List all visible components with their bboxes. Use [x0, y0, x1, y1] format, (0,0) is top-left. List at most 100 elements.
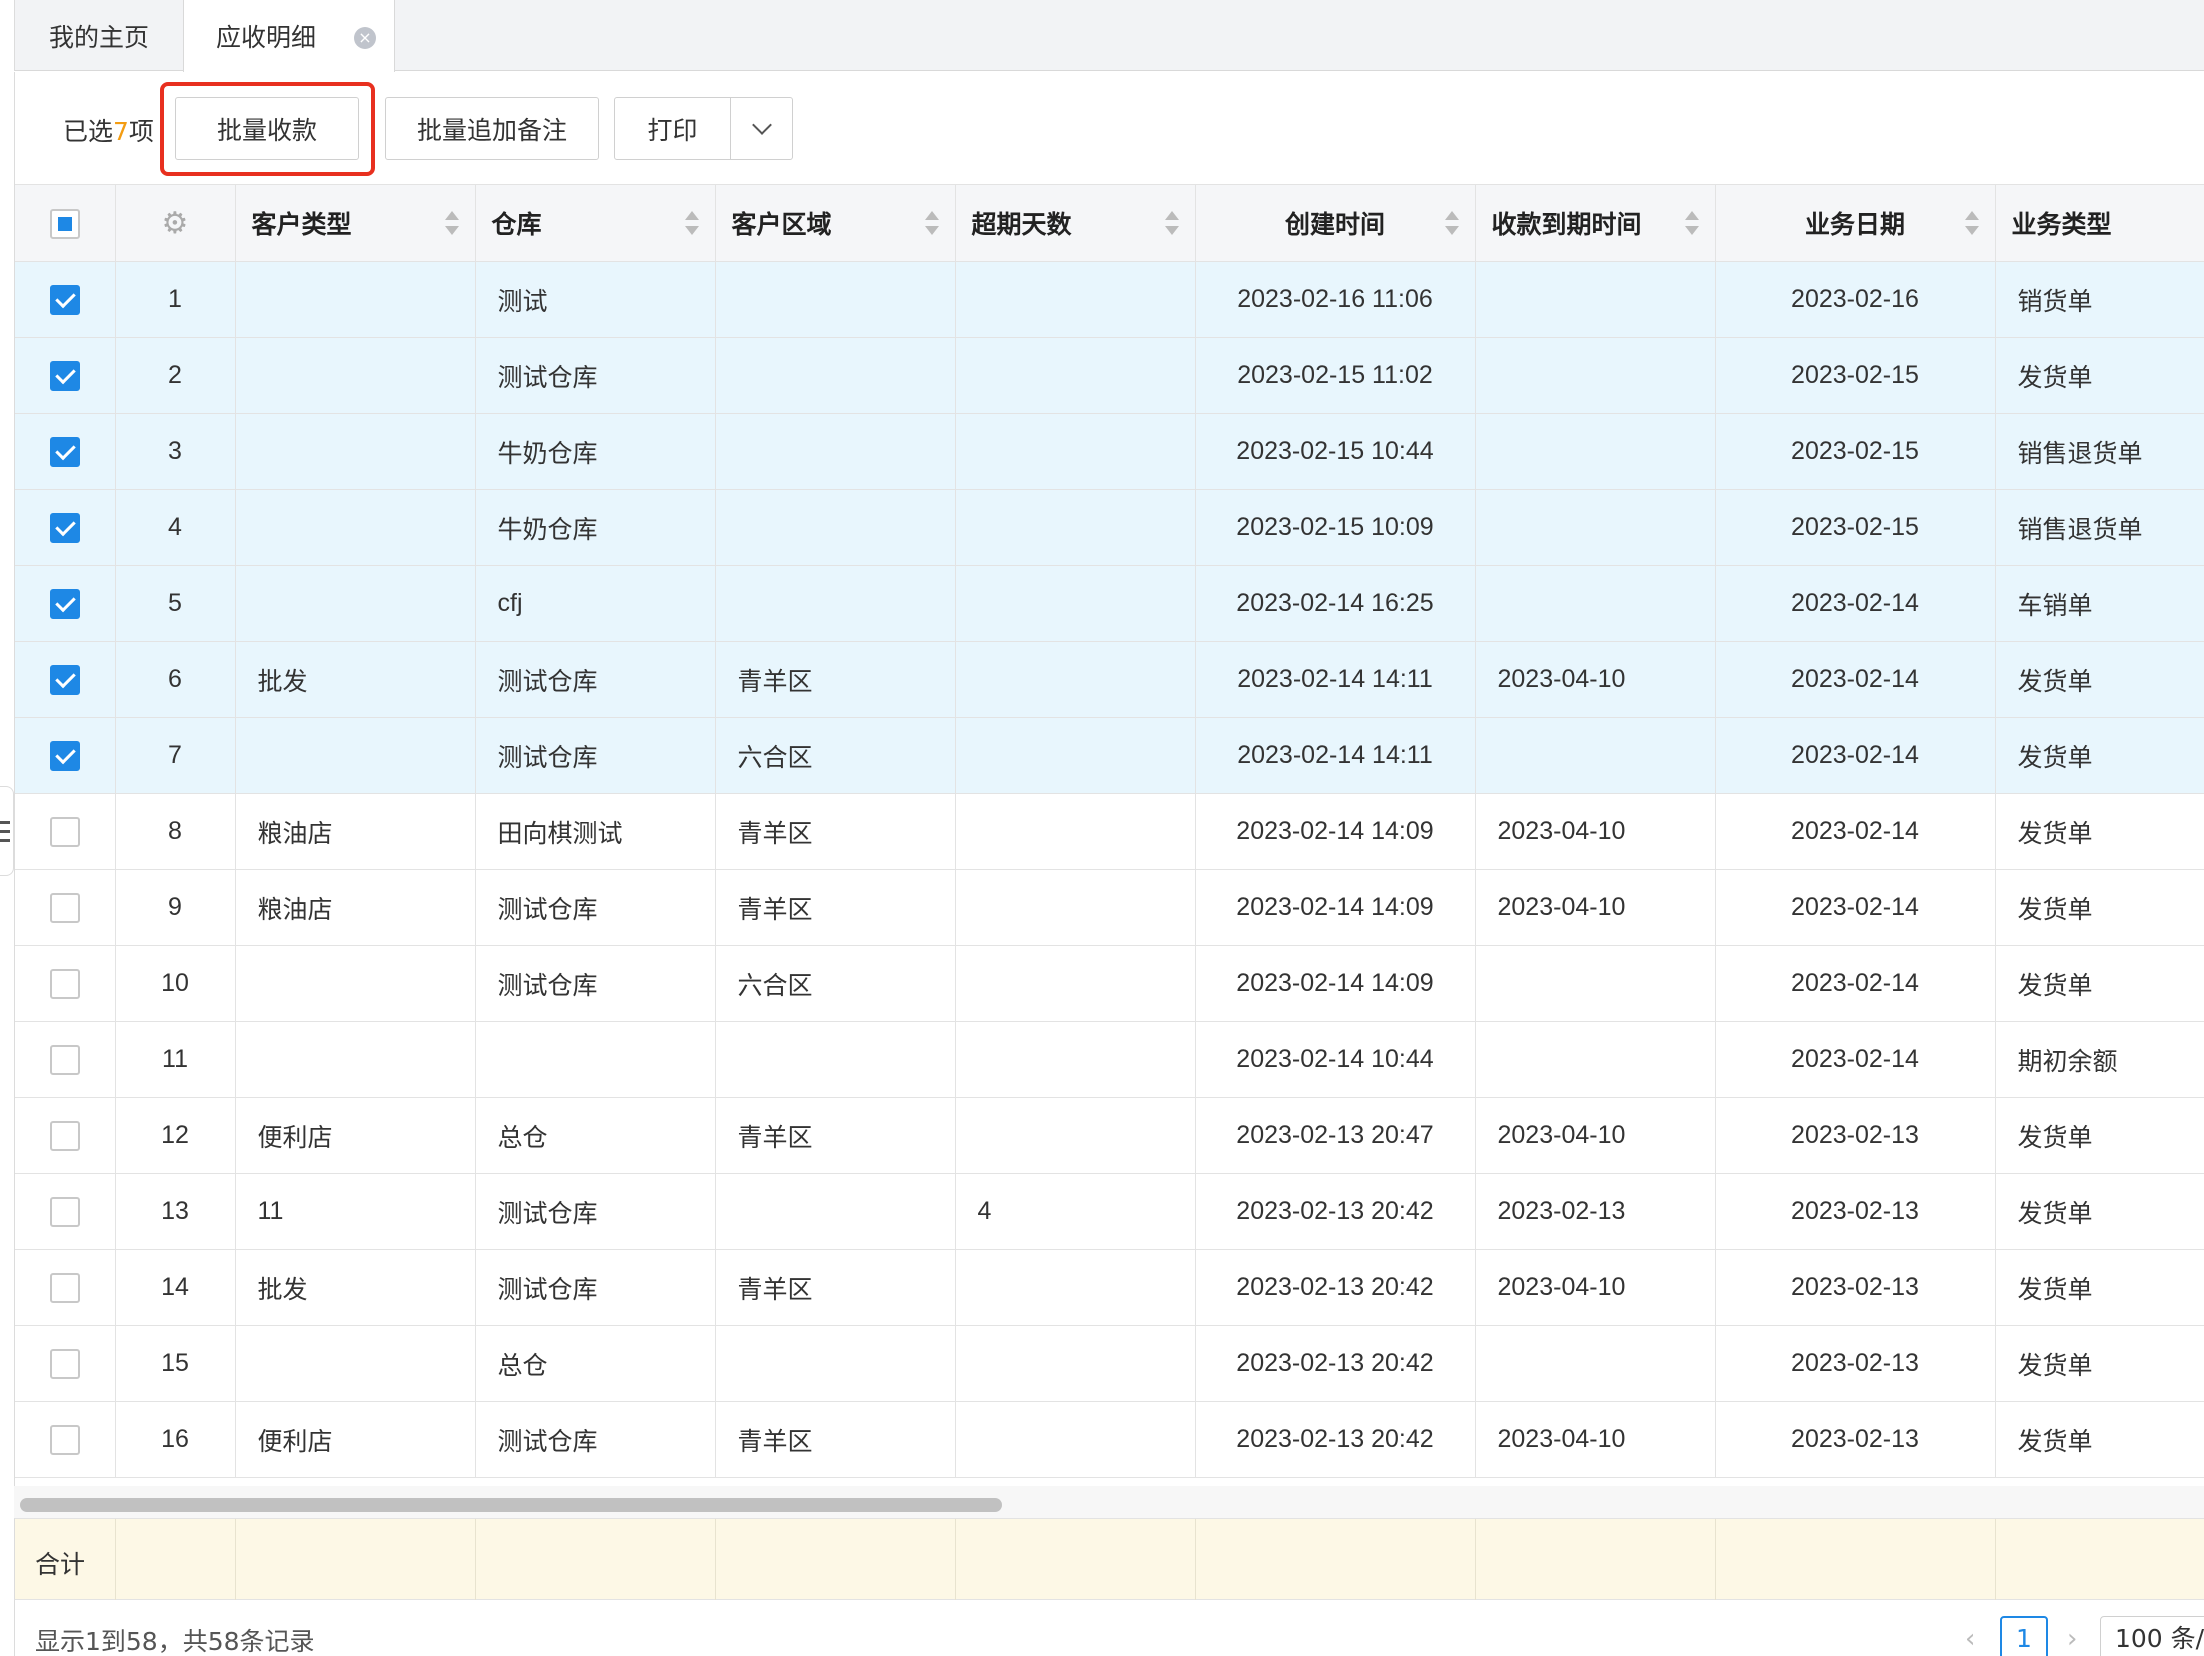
gear-icon[interactable]: ⚙	[162, 206, 189, 241]
row-checkbox[interactable]	[49, 360, 80, 391]
table-row[interactable]: 7 测试仓库 六合区 2023-02-14 14:11 2023-02-14 发货单	[15, 717, 2204, 794]
column-header-warehouse[interactable]: 仓库	[475, 184, 716, 262]
table-row[interactable]: 10 测试仓库 六合区 2023-02-14 14:09 2023-02-14 发货单	[15, 945, 2204, 1022]
sort-icon[interactable]	[1444, 211, 1459, 235]
due-time-cell: 2023-04-10	[1475, 869, 1716, 946]
row-checkbox-cell[interactable]	[15, 1173, 116, 1250]
row-checkbox-cell[interactable]	[15, 261, 116, 338]
row-checkbox[interactable]	[49, 664, 80, 695]
column-header-customer-region[interactable]: 客户区域	[715, 184, 956, 262]
sort-icon[interactable]	[924, 211, 939, 235]
row-checkbox[interactable]	[49, 1120, 80, 1151]
table-row[interactable]: 11 2023-02-14 10:44 2023-02-14 期初余额	[15, 1021, 2204, 1098]
row-checkbox[interactable]	[49, 892, 80, 923]
row-checkbox-cell[interactable]	[15, 1021, 116, 1098]
row-checkbox-cell[interactable]	[15, 565, 116, 642]
prev-page-icon[interactable]: ‹	[1965, 1624, 1975, 1654]
row-number-cell: 11	[115, 1021, 236, 1098]
tab-home[interactable]: 我的主页	[15, 0, 183, 71]
business-date-cell: 2023-02-13	[1715, 1173, 1996, 1250]
row-checkbox[interactable]	[49, 284, 80, 315]
table-row[interactable]: 12 便利店 总仓 青羊区 2023-02-13 20:47 2023-04-10 2023…	[15, 1097, 2204, 1174]
table-row[interactable]: 2 测试仓库 2023-02-15 11:02 2023-02-15 发货单	[15, 337, 2204, 414]
warehouse-cell: 测试仓库	[475, 717, 716, 794]
due-time-cell: 2023-04-10	[1475, 1401, 1716, 1478]
due-time-cell	[1475, 945, 1716, 1022]
row-checkbox-cell[interactable]	[15, 413, 116, 490]
horizontal-scrollbar[interactable]	[14, 1486, 2204, 1518]
row-checkbox-cell[interactable]	[15, 1325, 116, 1402]
table-row[interactable]: 13 11 测试仓库 4 2023-02-13 20:42 2023-02-13 2023-…	[15, 1173, 2204, 1250]
toolbar: 已选7项 批量收款 批量追加备注 打印	[14, 72, 2204, 184]
side-panel-handle[interactable]	[0, 786, 14, 876]
row-checkbox[interactable]	[49, 1272, 80, 1303]
row-checkbox-cell[interactable]	[15, 337, 116, 414]
column-header-due-time[interactable]: 收款到期时间	[1475, 184, 1716, 262]
page-size-select[interactable]: 100 条/	[2100, 1616, 2204, 1656]
column-settings-cell[interactable]: ⚙	[115, 184, 236, 262]
scrollbar-thumb[interactable]	[20, 1498, 1002, 1512]
batch-collect-button[interactable]: 批量收款	[175, 97, 359, 160]
column-header-created-time[interactable]: 创建时间	[1195, 184, 1476, 262]
sort-icon[interactable]	[1164, 211, 1179, 235]
row-checkbox-cell[interactable]	[15, 489, 116, 566]
row-checkbox-cell[interactable]	[15, 793, 116, 870]
select-all-cell[interactable]	[15, 184, 116, 262]
row-checkbox[interactable]	[49, 588, 80, 619]
business-date-cell: 2023-02-14	[1715, 717, 1996, 794]
table-row[interactable]: 5 cfj 2023-02-14 16:25 2023-02-14 车销单	[15, 565, 2204, 642]
row-checkbox[interactable]	[49, 968, 80, 999]
row-checkbox-cell[interactable]	[15, 717, 116, 794]
column-header-business-type[interactable]: 业务类型	[1995, 184, 2204, 262]
table-row[interactable]: 14 批发 测试仓库 青羊区 2023-02-13 20:42 2023-04-10 202…	[15, 1249, 2204, 1326]
customer-type-cell	[235, 717, 476, 794]
created-time-cell: 2023-02-15 10:09	[1195, 489, 1476, 566]
table-row[interactable]: 3 牛奶仓库 2023-02-15 10:44 2023-02-15 销售退货单	[15, 413, 2204, 490]
row-checkbox[interactable]	[49, 1424, 80, 1455]
column-header-customer-type[interactable]: 客户类型	[235, 184, 476, 262]
row-checkbox[interactable]	[49, 1044, 80, 1075]
row-checkbox-cell[interactable]	[15, 945, 116, 1022]
row-checkbox[interactable]	[49, 740, 80, 771]
region-cell	[715, 413, 956, 490]
table-row[interactable]: 16 便利店 测试仓库 青羊区 2023-02-13 20:42 2023-04-10 20…	[15, 1401, 2204, 1478]
table-row[interactable]: 15 总仓 2023-02-13 20:42 2023-02-13 发货单	[15, 1325, 2204, 1402]
region-cell: 青羊区	[715, 1249, 956, 1326]
row-checkbox-cell[interactable]	[15, 1401, 116, 1478]
row-checkbox-cell[interactable]	[15, 1097, 116, 1174]
row-checkbox[interactable]	[49, 436, 80, 467]
tab-receivable-detail[interactable]: 应收明细 ×	[183, 0, 395, 72]
table-row[interactable]: 6 批发 测试仓库 青羊区 2023-02-14 14:11 2023-04-10 2023…	[15, 641, 2204, 718]
row-checkbox-cell[interactable]	[15, 641, 116, 718]
print-button[interactable]: 打印	[614, 97, 731, 160]
row-checkbox[interactable]	[49, 1348, 80, 1379]
row-checkbox[interactable]	[49, 816, 80, 847]
warehouse-cell: 测试仓库	[475, 1249, 716, 1326]
business-type-cell: 发货单	[1995, 1097, 2204, 1174]
sort-icon[interactable]	[684, 211, 699, 235]
table-row[interactable]: 8 粮油店 田向棋测试 青羊区 2023-02-14 14:09 2023-04-10 20…	[15, 793, 2204, 870]
sort-icon[interactable]	[1964, 211, 1979, 235]
sort-icon[interactable]	[444, 211, 459, 235]
table-row[interactable]: 9 粮油店 测试仓库 青羊区 2023-02-14 14:09 2023-04-10 202…	[15, 869, 2204, 946]
row-checkbox-cell[interactable]	[15, 869, 116, 946]
print-dropdown-button[interactable]	[730, 97, 793, 160]
column-header-business-date[interactable]: 业务日期	[1715, 184, 1996, 262]
select-all-checkbox[interactable]	[49, 208, 80, 239]
next-page-icon[interactable]: ›	[2067, 1624, 2077, 1654]
column-header-overdue-days[interactable]: 超期天数	[955, 184, 1196, 262]
business-type-cell: 发货单	[1995, 793, 2204, 870]
row-checkbox[interactable]	[49, 512, 80, 543]
row-checkbox[interactable]	[49, 1196, 80, 1227]
sort-icon[interactable]	[1684, 211, 1699, 235]
current-page-button[interactable]: 1	[2000, 1616, 2048, 1656]
close-icon[interactable]: ×	[354, 27, 376, 49]
business-date-cell: 2023-02-15	[1715, 413, 1996, 490]
customer-type-cell	[235, 413, 476, 490]
business-type-cell: 期初余额	[1995, 1021, 2204, 1098]
batch-remark-button[interactable]: 批量追加备注	[385, 97, 599, 160]
table-row[interactable]: 4 牛奶仓库 2023-02-15 10:09 2023-02-15 销售退货单	[15, 489, 2204, 566]
row-checkbox-cell[interactable]	[15, 1249, 116, 1326]
customer-type-cell: 粮油店	[235, 869, 476, 946]
table-row[interactable]: 1 测试 2023-02-16 11:06 2023-02-16 销货单	[15, 261, 2204, 338]
